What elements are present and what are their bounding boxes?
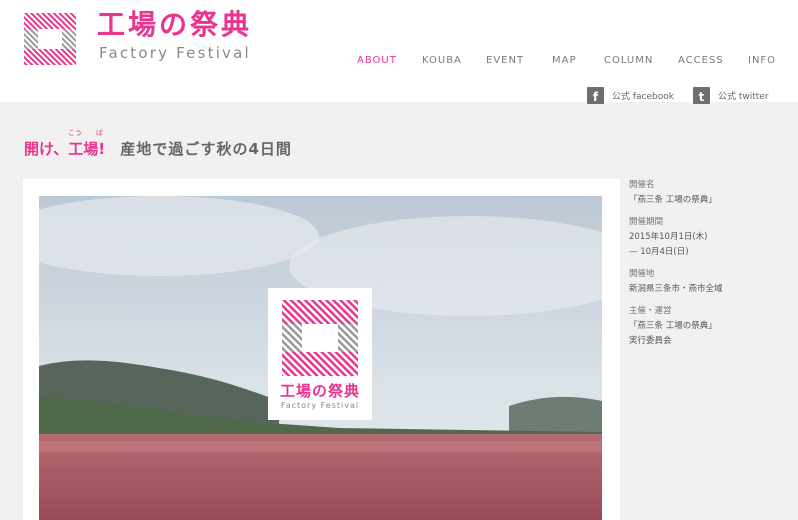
info-name-value: 「燕三条 工場の祭典」 <box>629 195 717 205</box>
info-period-start: 2015年10月1日(木) <box>629 232 708 242</box>
info-org-label: 主催・運営 <box>629 306 672 316</box>
twitter-link[interactable]: t 公式 twitter <box>693 86 769 104</box>
nav-access[interactable]: ACCESS <box>678 55 724 66</box>
page-headline: こう ば 開け、工場! 産地で過ごす秋の4日間 <box>24 129 292 159</box>
hero-photo: 工場の祭典 Factory Festival <box>39 196 602 520</box>
nav-info[interactable]: INFO <box>748 55 776 66</box>
badge-title-jp: 工場の祭典 <box>279 382 360 400</box>
twitter-icon: t <box>693 86 710 104</box>
facebook-label: 公式 facebook <box>612 91 674 102</box>
nav-about[interactable]: ABOUT <box>357 55 397 66</box>
hero-card: 工場の祭典 Factory Festival <box>23 179 620 520</box>
info-place-value: 新潟県三条市・燕市全域 <box>629 284 723 294</box>
info-org-line2: 実行委員会 <box>629 336 672 346</box>
furigana-kou: こう <box>68 129 82 137</box>
info-place-label: 開催地 <box>629 269 655 279</box>
info-period-label: 開催期間 <box>629 217 664 227</box>
headline-sub: 産地で過ごす秋の4日間 <box>120 140 292 158</box>
headline-main: 開け、工場! <box>24 140 106 158</box>
info-period-end: — 10月4日(日) <box>629 247 689 257</box>
facebook-icon: f <box>587 86 604 104</box>
badge-title-en: Factory Festival <box>280 401 360 410</box>
info-org-line1: 「燕三条 工場の祭典」 <box>629 321 717 331</box>
event-info: 開催名 「燕三条 工場の祭典」 開催期間 2015年10月1日(木) — 10月… <box>629 178 794 356</box>
nav-column[interactable]: COLUMN <box>604 55 653 66</box>
facebook-link[interactable]: f 公式 facebook <box>587 86 674 104</box>
twitter-label: 公式 twitter <box>718 91 769 102</box>
nav-map[interactable]: MAP <box>552 55 577 66</box>
main-nav: ABOUT KOUBA EVENT MAP COLUMN ACCESS INFO <box>0 55 798 69</box>
nav-kouba[interactable]: KOUBA <box>422 55 462 66</box>
nav-event[interactable]: EVENT <box>486 55 524 66</box>
site-header: 工場の祭典 Factory Festival ABOUT KOUBA EVENT… <box>0 0 798 102</box>
festival-badge: 工場の祭典 Factory Festival <box>268 288 372 420</box>
festival-badge-icon <box>282 300 358 376</box>
info-name-label: 開催名 <box>629 180 655 190</box>
logo-title-jp[interactable]: 工場の祭典 <box>97 8 252 42</box>
furigana-ba: ば <box>96 129 103 137</box>
